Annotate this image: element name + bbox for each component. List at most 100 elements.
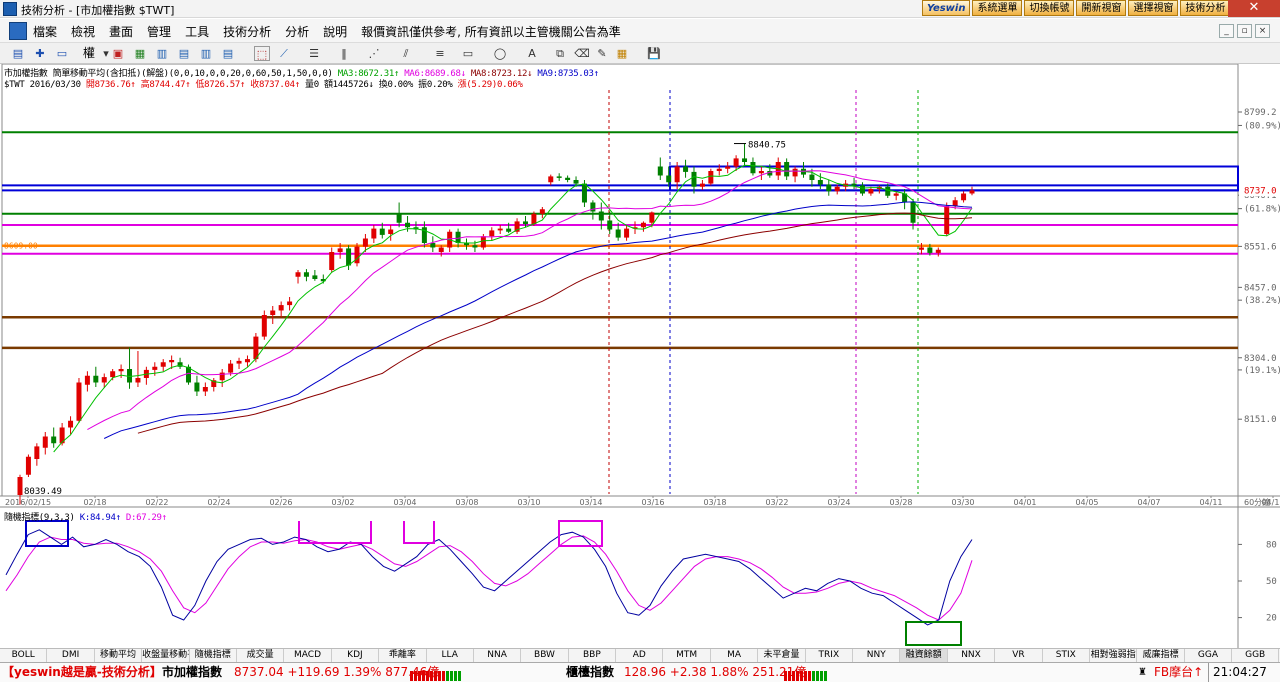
- menu-manage[interactable]: 管理: [147, 23, 171, 40]
- candle-body: [742, 158, 748, 162]
- system-menu-button[interactable]: 系統選單: [972, 0, 1023, 16]
- candle-body: [733, 158, 739, 167]
- fibonacci-icon[interactable]: ☰: [306, 46, 322, 61]
- price-pane-frame: [1, 64, 1239, 497]
- candle-body: [93, 375, 99, 383]
- ma-long-line: [103, 201, 973, 439]
- menu-screen[interactable]: 畫面: [109, 23, 133, 40]
- indicator-tab[interactable]: 成交量: [237, 649, 285, 662]
- save-icon[interactable]: 💾: [646, 46, 662, 61]
- rectangle-icon[interactable]: ▭: [460, 46, 476, 61]
- panel4-icon[interactable]: ▤: [220, 46, 236, 61]
- indicator-tab[interactable]: MACD: [284, 649, 332, 662]
- candle-body: [346, 248, 352, 266]
- candle-body: [329, 252, 335, 270]
- kd-axis-label: 50: [1266, 577, 1277, 587]
- indicator-tab[interactable]: 融資餘額: [900, 649, 948, 662]
- date-axis-label: 03/10: [517, 498, 540, 507]
- indicator-tab[interactable]: LLA: [427, 649, 474, 662]
- indicator-tab[interactable]: TRIX: [806, 649, 854, 662]
- ma-mid-line: [87, 170, 973, 431]
- menu-technical-analysis[interactable]: 技術分析: [223, 23, 271, 40]
- window-icon[interactable]: ▭: [54, 46, 70, 61]
- chart-area[interactable]: 8952.28799.2(80.9%)8646.1(61.8%)8551.684…: [0, 64, 1280, 649]
- draw-cursor-icon[interactable]: ⬚: [254, 46, 270, 61]
- indicator-tab[interactable]: 移動平均: [95, 649, 143, 662]
- indicator-tab[interactable]: MA: [711, 649, 759, 662]
- rights-toggle[interactable]: 權: [83, 46, 95, 61]
- indicator-tab[interactable]: NNA: [474, 649, 522, 662]
- indicator-tab[interactable]: 相對強弱指: [1090, 649, 1138, 662]
- indicator-tab[interactable]: BBW: [521, 649, 569, 662]
- candle-body: [581, 183, 587, 203]
- price-axis-label: (61.8%): [1244, 205, 1280, 215]
- note-icon[interactable]: ✎: [594, 46, 610, 61]
- otc-name: 櫃檯指數: [566, 665, 615, 679]
- candle-body: [489, 230, 495, 237]
- close-window-button[interactable]: ✕: [1228, 0, 1280, 17]
- indicator-tab[interactable]: GGA: [1185, 649, 1233, 662]
- menu-tools[interactable]: 工具: [185, 23, 209, 40]
- close-child-button[interactable]: ×: [1255, 24, 1270, 38]
- indicator-tab[interactable]: 收盤量移動平: [142, 649, 190, 662]
- indicator-tab[interactable]: KDJ: [332, 649, 380, 662]
- channel-icon[interactable]: ⫽: [398, 46, 414, 61]
- panel3-icon[interactable]: ▥: [198, 46, 214, 61]
- price-axis-label: 8457.0: [1244, 283, 1277, 293]
- alert-icon[interactable]: ♜: [1138, 663, 1147, 682]
- price-and-kd-chart[interactable]: 8952.28799.2(80.9%)8646.1(61.8%)8551.684…: [0, 64, 1280, 649]
- menu-view[interactable]: 檢視: [71, 23, 95, 40]
- indicator-tab[interactable]: AD: [616, 649, 664, 662]
- candle-body: [548, 176, 554, 183]
- vertical-lines-icon[interactable]: ‖: [336, 46, 352, 61]
- indicator-tab[interactable]: 乖離率: [379, 649, 427, 662]
- candle-body: [657, 166, 663, 176]
- parallel-icon[interactable]: ≡: [432, 46, 448, 61]
- indicator-tab[interactable]: VR: [995, 649, 1043, 662]
- indicator-tab[interactable]: STIX: [1043, 649, 1090, 662]
- copy-icon[interactable]: ⧉: [552, 46, 568, 61]
- indicator-tab[interactable]: MTM: [663, 649, 711, 662]
- indicator-tab[interactable]: DMI: [47, 649, 95, 662]
- indicator-tab[interactable]: BOLL: [0, 649, 48, 662]
- fan-icon[interactable]: ⋰: [366, 46, 382, 61]
- technical-analysis-button[interactable]: 技術分析: [1180, 0, 1231, 16]
- new-window-button[interactable]: 開新視窗: [1076, 0, 1127, 16]
- indicator-tab[interactable]: 隨機指標: [190, 649, 237, 662]
- layout-icon[interactable]: ▤: [10, 46, 26, 61]
- indicator-tab[interactable]: NNY: [853, 649, 901, 662]
- color-grid-icon[interactable]: ▦: [614, 46, 630, 61]
- panel-icon[interactable]: ▥: [154, 46, 170, 61]
- trendline-icon[interactable]: ⟋: [276, 46, 292, 61]
- chart-type-icon[interactable]: ▣: [110, 46, 126, 61]
- k-value: K:84.94↑: [79, 513, 121, 523]
- date-axis-label: 04/11: [1199, 498, 1222, 507]
- minimize-button[interactable]: _: [1219, 24, 1234, 38]
- select-window-button[interactable]: 選擇視窗: [1128, 0, 1179, 16]
- menu-file[interactable]: 檔案: [33, 23, 57, 40]
- ellipse-icon[interactable]: ◯: [492, 46, 508, 61]
- text-icon[interactable]: A: [524, 46, 540, 61]
- price-axis-label: 8799.2: [1244, 108, 1277, 118]
- indicator-tab[interactable]: BBP: [569, 649, 617, 662]
- crosshair-icon[interactable]: ✚: [32, 46, 48, 61]
- yeswin-logo-button[interactable]: Yeswin: [922, 0, 971, 16]
- switch-account-button[interactable]: 切換帳號: [1024, 0, 1075, 16]
- menu-help[interactable]: 說明: [323, 23, 347, 40]
- indicator-tab[interactable]: NNX: [948, 649, 996, 662]
- candle-body: [522, 221, 528, 225]
- indicator-tab[interactable]: 威廉指標: [1137, 649, 1185, 662]
- candle-body: [859, 185, 865, 194]
- date-axis-label: 02/22: [145, 498, 168, 507]
- candle-body: [556, 176, 562, 178]
- grid-icon[interactable]: ▦: [132, 46, 148, 61]
- candle-body: [683, 166, 689, 172]
- restore-button[interactable]: ▫: [1237, 24, 1252, 38]
- erase-icon[interactable]: ⌫: [574, 46, 590, 61]
- indicator-tab[interactable]: 未平倉量: [758, 649, 806, 662]
- menu-analysis[interactable]: 分析: [285, 23, 309, 40]
- kd-header: 隨機指標(9,3,3) K:84.94↑ D:67.29↑: [4, 510, 167, 523]
- indicator-tab[interactable]: GGB: [1232, 649, 1280, 662]
- panel2-icon[interactable]: ▤: [176, 46, 192, 61]
- candle-body: [42, 436, 48, 448]
